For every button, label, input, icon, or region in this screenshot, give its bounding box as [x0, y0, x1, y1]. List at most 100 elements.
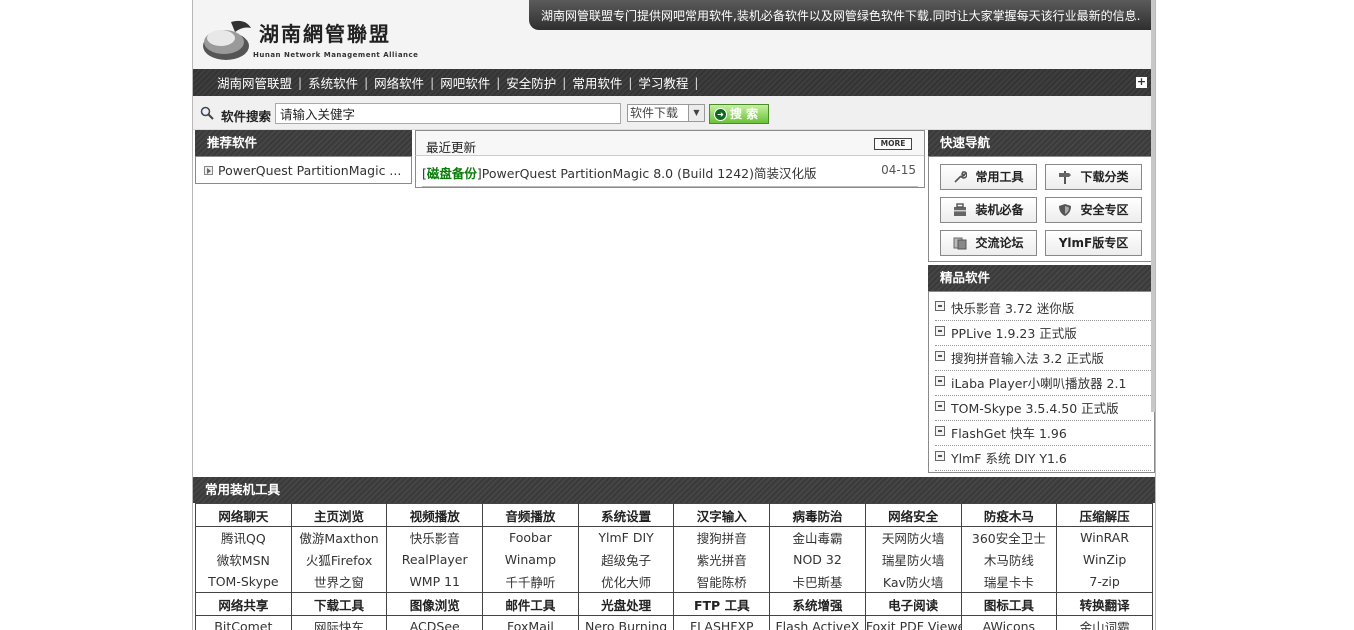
scrollbar[interactable] [1151, 0, 1155, 412]
featured-item-label: iLaba Player小喇叭播放器 2.1 [951, 376, 1127, 391]
site-logo[interactable]: 湖南網管聯盟 Hunan Network Management Alliance [201, 14, 418, 64]
chevron-down-icon[interactable]: ▼ [688, 105, 704, 121]
tools-category[interactable]: 主页浏览 [290, 503, 388, 527]
tool-link[interactable]: 千千静听 [482, 570, 579, 593]
tools-category[interactable]: 系统设置 [577, 503, 675, 527]
search-type-select[interactable]: 软件下载 ▼ [627, 104, 705, 122]
tool-link[interactable]: 快乐影音 [386, 526, 484, 549]
logo-text-en: Hunan Network Management Alliance [253, 51, 419, 59]
bullet-arrow-icon [204, 166, 213, 175]
quicknav-tools-button[interactable]: 常用工具 [940, 164, 1037, 190]
tool-link[interactable]: Kav防火墙 [864, 570, 962, 593]
tool-link[interactable]: YlmF DIY [577, 526, 675, 549]
search-input[interactable] [275, 103, 621, 124]
quicknav-forum-button[interactable]: 交流论坛 [940, 230, 1037, 256]
tool-link[interactable]: WinZip [1056, 548, 1153, 571]
tool-link[interactable]: WMP 11 [386, 570, 484, 593]
tool-link[interactable]: FLASHFXP [673, 615, 771, 630]
tool-link[interactable]: 优化大师 [577, 570, 675, 593]
tool-link[interactable]: 世界之窗 [290, 570, 388, 593]
tools-category[interactable]: 图像浏览 [386, 592, 484, 616]
recommend-item[interactable]: PowerQuest PartitionMagic ... [204, 163, 401, 178]
tool-link[interactable]: 7-zip [1056, 570, 1153, 593]
forum-icon [953, 237, 967, 250]
tools-category[interactable]: 网络聊天 [195, 503, 292, 527]
tool-link[interactable]: 微软MSN [195, 548, 292, 571]
featured-item[interactable]: 搜狗拼音输入法 3.2 正式版 [935, 348, 1151, 371]
tool-link[interactable]: 360安全卫士 [960, 526, 1058, 549]
nav-item[interactable]: 常用软件 [572, 73, 622, 92]
quicknav-security-button[interactable]: 安全专区 [1045, 197, 1142, 223]
tool-link[interactable]: 卡巴斯基 [769, 570, 866, 593]
nav-item[interactable]: 系统软件 [308, 73, 358, 92]
tools-category[interactable]: 防疫木马 [960, 503, 1058, 527]
tool-link[interactable]: FoxMail [482, 615, 579, 630]
tool-link[interactable]: Flash ActiveX [769, 615, 866, 630]
quicknav-essential-button[interactable]: 装机必备 [940, 197, 1037, 223]
tools-category[interactable]: 下载工具 [290, 592, 388, 616]
tools-category[interactable]: 病毒防治 [769, 503, 866, 527]
tool-link[interactable]: 木马防线 [960, 548, 1058, 571]
tool-link[interactable]: Foobar [482, 526, 579, 549]
tool-link[interactable]: 超级兔子 [577, 548, 675, 571]
featured-item[interactable]: PPLive 1.9.23 正式版 [935, 323, 1151, 346]
tool-link[interactable]: 傲游Maxthon [290, 526, 388, 549]
plus-box-icon [935, 426, 945, 436]
more-button[interactable]: MORE [874, 138, 912, 150]
tool-link[interactable]: 紫光拼音 [673, 548, 771, 571]
tool-link[interactable]: 智能陈桥 [673, 570, 771, 593]
featured-item[interactable]: FlashGet 快车 1.96 [935, 423, 1151, 446]
tools-category[interactable]: 压缩解压 [1056, 503, 1153, 527]
search-button[interactable]: ➜ 搜 索 [709, 104, 769, 124]
recent-item-category[interactable]: 磁盘备份 [427, 166, 477, 181]
plus-box-icon [935, 401, 945, 411]
tool-link[interactable]: 火狐Firefox [290, 548, 388, 571]
nav-item[interactable]: 安全防护 [506, 73, 556, 92]
featured-item[interactable]: TOM-Skype 3.5.4.50 正式版 [935, 398, 1151, 421]
tool-link[interactable]: WinRAR [1056, 526, 1153, 549]
tool-link[interactable]: 瑞星防火墙 [864, 548, 962, 571]
recent-item[interactable]: [磁盘备份]PowerQuest PartitionMagic 8.0 (Bui… [422, 163, 918, 187]
tool-link[interactable]: 腾讯QQ [195, 526, 292, 549]
tools-category[interactable]: 系统增强 [769, 592, 866, 616]
featured-item[interactable]: iLaba Player小喇叭播放器 2.1 [935, 373, 1151, 396]
tool-link[interactable]: Foxit PDF Viewer [864, 615, 962, 630]
tools-category[interactable]: 网络安全 [864, 503, 962, 527]
tool-link[interactable]: Winamp [482, 548, 579, 571]
featured-item[interactable]: 快乐影音 3.72 迷你版 [935, 298, 1151, 321]
nav-item[interactable]: 网络软件 [374, 73, 424, 92]
nav-expand-icon[interactable]: + [1136, 76, 1147, 88]
featured-item[interactable]: YlmF 系统 DIY Y1.6 [935, 448, 1151, 471]
nav-item[interactable]: 网吧软件 [440, 73, 490, 92]
tools-category[interactable]: 电子阅读 [864, 592, 962, 616]
tool-link[interactable]: RealPlayer [386, 548, 484, 571]
nav-item[interactable]: 湖南网管联盟 [217, 73, 292, 92]
tool-link[interactable]: 网际快车 [290, 615, 388, 630]
tools-category[interactable]: 视频播放 [386, 503, 484, 527]
tool-link[interactable]: 金山词霸 [1056, 615, 1153, 630]
nav-separator: | [298, 75, 303, 90]
tools-category[interactable]: 汉字输入 [673, 503, 771, 527]
tools-category[interactable]: 图标工具 [960, 592, 1058, 616]
quicknav-label: 常用工具 [975, 170, 1024, 184]
tool-link[interactable]: ACDSee [386, 615, 484, 630]
recent-item-title[interactable]: PowerQuest PartitionMagic 8.0 (Build 124… [482, 166, 817, 181]
quicknav-ylmf-button[interactable]: YlmF版专区 [1045, 230, 1142, 256]
tools-category[interactable]: 邮件工具 [482, 592, 579, 616]
tool-link[interactable]: AWicons [960, 615, 1058, 630]
tool-link[interactable]: 金山毒霸 [769, 526, 866, 549]
tool-link[interactable]: TOM-Skype [195, 570, 292, 593]
tool-link[interactable]: 搜狗拼音 [673, 526, 771, 549]
tools-category[interactable]: 转换翻译 [1056, 592, 1153, 616]
quicknav-download-button[interactable]: 下载分类 [1045, 164, 1142, 190]
tool-link[interactable]: BitComet [195, 615, 292, 630]
tool-link[interactable]: 瑞星卡卡 [960, 570, 1058, 593]
tools-category[interactable]: 光盘处理 [577, 592, 675, 616]
tool-link[interactable]: 天网防火墙 [864, 526, 962, 549]
tool-link[interactable]: Nero Burning [577, 615, 675, 630]
tools-category[interactable]: 网络共享 [195, 592, 292, 616]
tools-category[interactable]: 音频播放 [482, 503, 579, 527]
tools-category[interactable]: FTP 工具 [673, 592, 771, 616]
tool-link[interactable]: NOD 32 [769, 548, 866, 571]
nav-item[interactable]: 学习教程 [638, 73, 688, 92]
